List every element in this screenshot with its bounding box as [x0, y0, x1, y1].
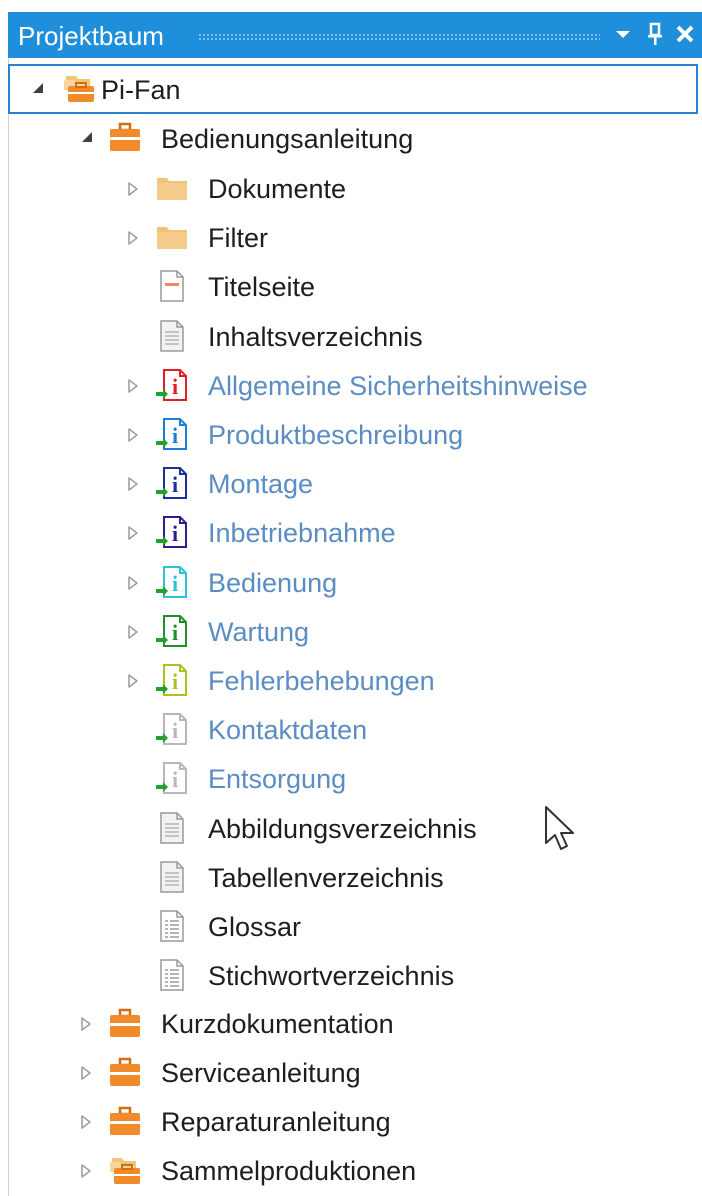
tree-sibling-label[interactable]: Reparaturanleitung — [161, 1106, 391, 1138]
tree-item-label[interactable]: Kontaktdaten — [208, 714, 367, 746]
title-page-icon — [155, 270, 189, 302]
document-icon — [155, 861, 189, 893]
tree-item-label[interactable]: Bedienung — [208, 567, 337, 599]
tree-node-label[interactable]: Bedienungsanleitung — [161, 123, 413, 155]
expand-arrow-icon[interactable] — [125, 376, 141, 396]
tree-sibling-label[interactable]: Serviceanleitung — [161, 1057, 361, 1089]
pin-icon[interactable] — [640, 19, 670, 49]
tree-item-label[interactable]: Entsorgung — [208, 763, 346, 795]
panel-title: Projektbaum — [18, 21, 164, 51]
tree-item-label[interactable]: Produktbeschreibung — [208, 419, 463, 451]
svg-text:i: i — [172, 571, 178, 596]
tree-item-label[interactable]: Allgemeine Sicherheitshinweise — [208, 370, 588, 402]
expand-arrow-icon[interactable] — [125, 671, 141, 691]
info-link-icon: i — [155, 516, 189, 548]
info-link-icon: i — [155, 664, 189, 696]
expand-arrow-icon[interactable] — [78, 1112, 94, 1132]
folder-icon — [155, 172, 189, 204]
expand-arrow-icon[interactable] — [125, 573, 141, 593]
svg-text:i: i — [172, 669, 178, 694]
svg-text:i: i — [172, 374, 178, 399]
tree-item-label[interactable]: Stichwortverzeichnis — [208, 960, 454, 992]
panel-left-border — [8, 58, 9, 1196]
info-link-icon: i — [155, 418, 189, 450]
info-link-icon: i — [155, 566, 189, 598]
expand-arrow-icon[interactable] — [125, 425, 141, 445]
list-document-icon — [155, 959, 189, 991]
mouse-cursor-icon — [544, 805, 578, 856]
expand-arrow-icon[interactable] — [78, 1063, 94, 1083]
svg-text:i: i — [172, 767, 178, 792]
info-link-icon: i — [155, 615, 189, 647]
expand-arrow-icon[interactable] — [78, 1161, 94, 1181]
tree-root-label[interactable]: Pi-Fan — [101, 74, 181, 106]
tree-item-label[interactable]: Filter — [208, 222, 268, 254]
expand-arrow-icon[interactable] — [125, 523, 141, 543]
chevron-down-icon[interactable] — [608, 19, 638, 49]
tree-item-label[interactable]: Abbildungsverzeichnis — [208, 813, 477, 845]
briefcase-icon — [108, 1056, 142, 1088]
document-icon — [155, 812, 189, 844]
title-grip[interactable] — [198, 33, 600, 41]
tree-item-label[interactable]: Inhaltsverzeichnis — [208, 321, 423, 353]
tree-item-label[interactable]: Wartung — [208, 616, 309, 648]
info-link-icon: i — [155, 713, 189, 745]
folder-icon — [155, 221, 189, 253]
info-link-icon: i — [155, 467, 189, 499]
tree-item-label[interactable]: Montage — [208, 468, 313, 500]
info-link-icon: i — [155, 762, 189, 794]
briefcase-icon — [108, 121, 142, 153]
tree-sibling-label[interactable]: Sammelproduktionen — [161, 1155, 416, 1187]
tree-item-label[interactable]: Inbetriebnahme — [208, 517, 396, 549]
expand-arrow-icon[interactable] — [125, 622, 141, 642]
tree-item-label[interactable]: Tabellenverzeichnis — [208, 862, 444, 894]
tree-item-label[interactable]: Fehlerbehebungen — [208, 665, 435, 697]
info-link-icon: i — [155, 369, 189, 401]
svg-text:i: i — [172, 718, 178, 743]
expand-arrow-icon[interactable] — [125, 228, 141, 248]
tree-item-label[interactable]: Titelseite — [208, 271, 315, 303]
project-root-icon — [62, 72, 96, 104]
collapse-arrow-icon[interactable] — [30, 78, 46, 98]
briefcase-icon — [108, 1105, 142, 1137]
svg-text:i: i — [172, 423, 178, 448]
tree-sibling-label[interactable]: Kurzdokumentation — [161, 1008, 394, 1040]
close-icon[interactable] — [670, 19, 700, 49]
svg-text:i: i — [172, 521, 178, 546]
svg-text:i: i — [172, 472, 178, 497]
panel-title-bar: Projektbaum — [8, 12, 702, 58]
expand-arrow-icon[interactable] — [125, 474, 141, 494]
expand-arrow-icon[interactable] — [78, 1014, 94, 1034]
document-icon — [155, 320, 189, 352]
briefcase-icon — [108, 1007, 142, 1039]
svg-text:i: i — [172, 620, 178, 645]
project-root-icon — [108, 1154, 142, 1186]
collapse-arrow-icon[interactable] — [79, 127, 95, 147]
list-document-icon — [155, 910, 189, 942]
expand-arrow-icon[interactable] — [125, 179, 141, 199]
tree-item-label[interactable]: Dokumente — [208, 173, 346, 205]
tree-item-label[interactable]: Glossar — [208, 911, 301, 943]
